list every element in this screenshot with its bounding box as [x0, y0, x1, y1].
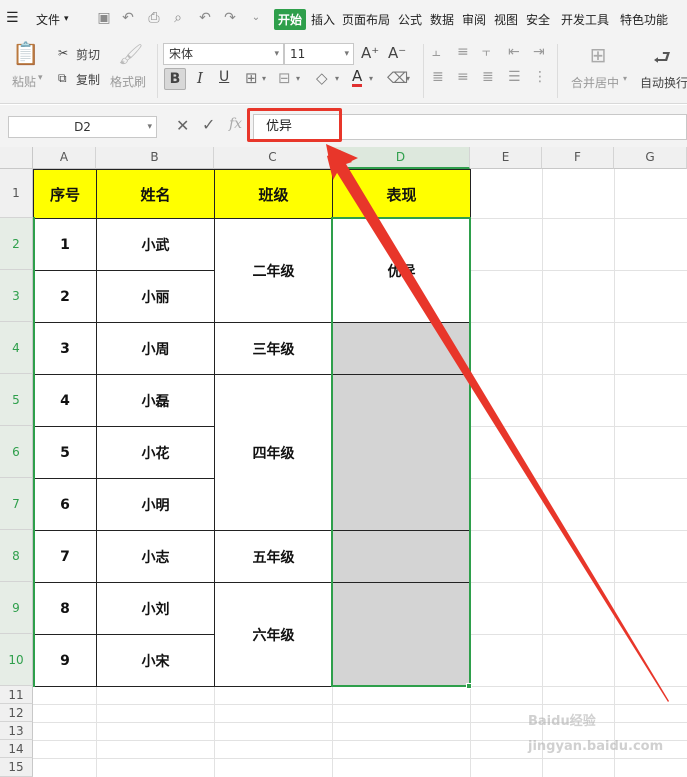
- annotation-arrow: [326, 144, 669, 702]
- watermark-text: Baidu经验 jingyan.baidu.com: [528, 714, 664, 754]
- arrow-shape: [327, 150, 669, 702]
- watermark-logo: Baidu经验 jingyan.baidu.com: [528, 706, 687, 756]
